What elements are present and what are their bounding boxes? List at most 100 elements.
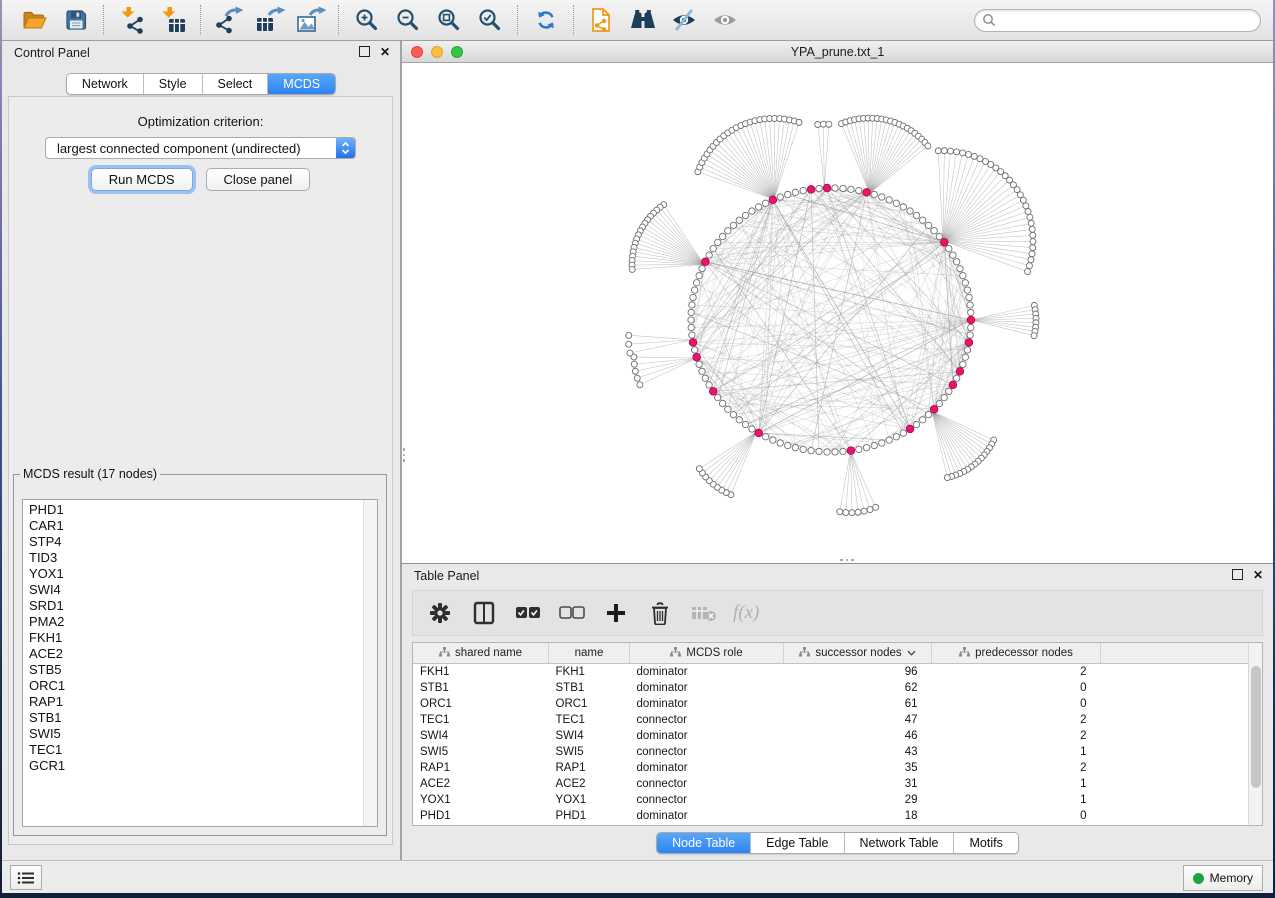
table-row[interactable]: ORC1ORC1dominator610 (413, 696, 1258, 712)
deselect-all-icon[interactable] (557, 598, 587, 628)
show-columns-icon[interactable] (469, 598, 499, 628)
panel-splitter-handle[interactable] (840, 558, 862, 562)
tree-column-icon (670, 647, 681, 660)
delete-table-icon[interactable] (689, 598, 719, 628)
network-canvas[interactable] (401, 63, 1273, 563)
network-graph[interactable] (402, 63, 1273, 562)
table-row[interactable]: PHD1PHD1dominator180 (413, 808, 1258, 824)
mcds-result-item[interactable]: ORC1 (29, 678, 377, 694)
mcds-result-item[interactable]: TID3 (29, 550, 377, 566)
optimization-criterion-select[interactable]: largest connected component (undirected) (45, 137, 356, 159)
mcds-result-item[interactable]: STP4 (29, 534, 377, 550)
scrollbar-thumb[interactable] (1251, 666, 1261, 788)
network-window-titlebar[interactable]: YPA_prune.txt_1 (401, 41, 1273, 63)
table-row[interactable]: SWI5SWI5connector431 (413, 744, 1258, 760)
mcds-result-item[interactable]: PHD1 (29, 502, 377, 518)
main-toolbar (2, 0, 1273, 41)
table-row[interactable]: STB1STB1dominator620 (413, 680, 1258, 696)
sort-desc-icon (907, 647, 916, 659)
delete-column-icon[interactable] (645, 598, 675, 628)
export-image-icon[interactable] (290, 3, 331, 37)
memory-button[interactable]: Memory (1183, 865, 1263, 891)
eye-slash-icon[interactable] (663, 3, 704, 37)
table-row[interactable]: RAP1RAP1dominator352 (413, 760, 1258, 776)
mcds-result-item[interactable]: ACE2 (29, 646, 377, 662)
function-builder-icon[interactable]: f(x) (733, 602, 759, 624)
zoom-fit-icon[interactable] (428, 3, 469, 37)
mcds-result-item[interactable]: TEC1 (29, 742, 377, 758)
node-table[interactable]: shared namenameMCDS rolesuccessor nodesp… (412, 642, 1263, 826)
binoculars-icon[interactable] (622, 3, 663, 37)
table-row[interactable]: YOX1YOX1connector291 (413, 792, 1258, 808)
table-row[interactable]: TEC1TEC1connector472 (413, 712, 1258, 728)
mcds-result-item[interactable]: SWI5 (29, 726, 377, 742)
task-history-button[interactable] (10, 865, 42, 890)
result-scrollbar[interactable] (363, 500, 377, 826)
zoom-in-icon[interactable] (346, 3, 387, 37)
control-panel: Control Panel ✕ NetworkStyleSelectMCDS O… (2, 41, 401, 860)
search-box[interactable] (974, 9, 1261, 32)
select-stepper-icon (336, 138, 355, 158)
export-table-icon[interactable] (249, 3, 290, 37)
mcds-result-list[interactable]: PHD1CAR1STP4TID3YOX1SWI4SRD1PMA2FKH1ACE2… (22, 499, 378, 827)
toolbar-separator (103, 5, 104, 35)
table-row[interactable]: SWI4SWI4dominator462 (413, 728, 1258, 744)
mcds-result-title: MCDS result (17 nodes) (20, 467, 160, 481)
mcds-result-item[interactable]: STB5 (29, 662, 377, 678)
tab-edge-table[interactable]: Edge Table (751, 833, 844, 853)
run-mcds-button[interactable]: Run MCDS (91, 168, 193, 191)
zoom-selected-icon[interactable] (469, 3, 510, 37)
mcds-result-item[interactable]: PMA2 (29, 614, 377, 630)
table-settings-gear-icon[interactable] (425, 598, 455, 628)
mcds-result-item[interactable]: YOX1 (29, 566, 377, 582)
tab-select[interactable]: Select (203, 74, 269, 94)
save-icon[interactable] (55, 3, 96, 37)
close-panel-button[interactable]: Close panel (206, 168, 311, 191)
table-scrollbar[interactable] (1248, 643, 1262, 825)
tab-style[interactable]: Style (144, 74, 203, 94)
search-input[interactable] (1001, 12, 1253, 28)
close-panel-icon[interactable]: ✕ (1253, 570, 1263, 580)
document-share-icon[interactable] (581, 3, 622, 37)
control-panel-header: Control Panel ✕ (2, 41, 400, 65)
selected-option: largest connected component (undirected) (57, 141, 301, 156)
select-all-icon[interactable] (513, 598, 543, 628)
float-panel-icon[interactable] (359, 46, 370, 57)
open-folder-icon[interactable] (14, 3, 55, 37)
toolbar-separator (338, 5, 339, 35)
optimization-criterion-label: Optimization criterion: (9, 114, 392, 129)
float-panel-icon[interactable] (1232, 569, 1243, 580)
tab-mcds[interactable]: MCDS (268, 74, 335, 94)
table-row[interactable]: ACE2ACE2connector311 (413, 776, 1258, 792)
panel-splitter-handle[interactable] (402, 448, 406, 470)
mcds-result-item[interactable]: RAP1 (29, 694, 377, 710)
export-network-icon[interactable] (208, 3, 249, 37)
tab-motifs[interactable]: Motifs (954, 833, 1017, 853)
import-network-icon[interactable] (111, 3, 152, 37)
column-header-shared-name[interactable]: shared name (413, 643, 549, 664)
tab-node-table[interactable]: Node Table (657, 833, 751, 853)
mcds-result-item[interactable]: GCR1 (29, 758, 377, 774)
column-header-name[interactable]: name (549, 643, 630, 664)
tab-network[interactable]: Network (67, 74, 144, 94)
column-header-successor-nodes[interactable]: successor nodes (784, 643, 932, 664)
tab-network-table[interactable]: Network Table (845, 833, 955, 853)
mcds-result-item[interactable]: SWI4 (29, 582, 377, 598)
table-panel-title: Table Panel (414, 569, 479, 583)
add-column-icon[interactable] (601, 598, 631, 628)
column-header-predecessor-nodes[interactable]: predecessor nodes (932, 643, 1101, 664)
zoom-out-icon[interactable] (387, 3, 428, 37)
mcds-result-item[interactable]: FKH1 (29, 630, 377, 646)
control-panel-title: Control Panel (14, 46, 90, 60)
mcds-result-item[interactable]: STB1 (29, 710, 377, 726)
import-table-icon[interactable] (152, 3, 193, 37)
close-panel-icon[interactable]: ✕ (380, 47, 390, 57)
mcds-panel: Optimization criterion: largest connecte… (8, 96, 393, 845)
mcds-result-item[interactable]: SRD1 (29, 598, 377, 614)
column-header-MCDS-role[interactable]: MCDS role (630, 643, 784, 664)
table-toolbar: f(x) (412, 590, 1263, 636)
table-row[interactable]: FKH1FKH1dominator962 (413, 664, 1258, 681)
refresh-icon[interactable] (525, 3, 566, 37)
eye-icon[interactable] (704, 3, 745, 37)
mcds-result-item[interactable]: CAR1 (29, 518, 377, 534)
